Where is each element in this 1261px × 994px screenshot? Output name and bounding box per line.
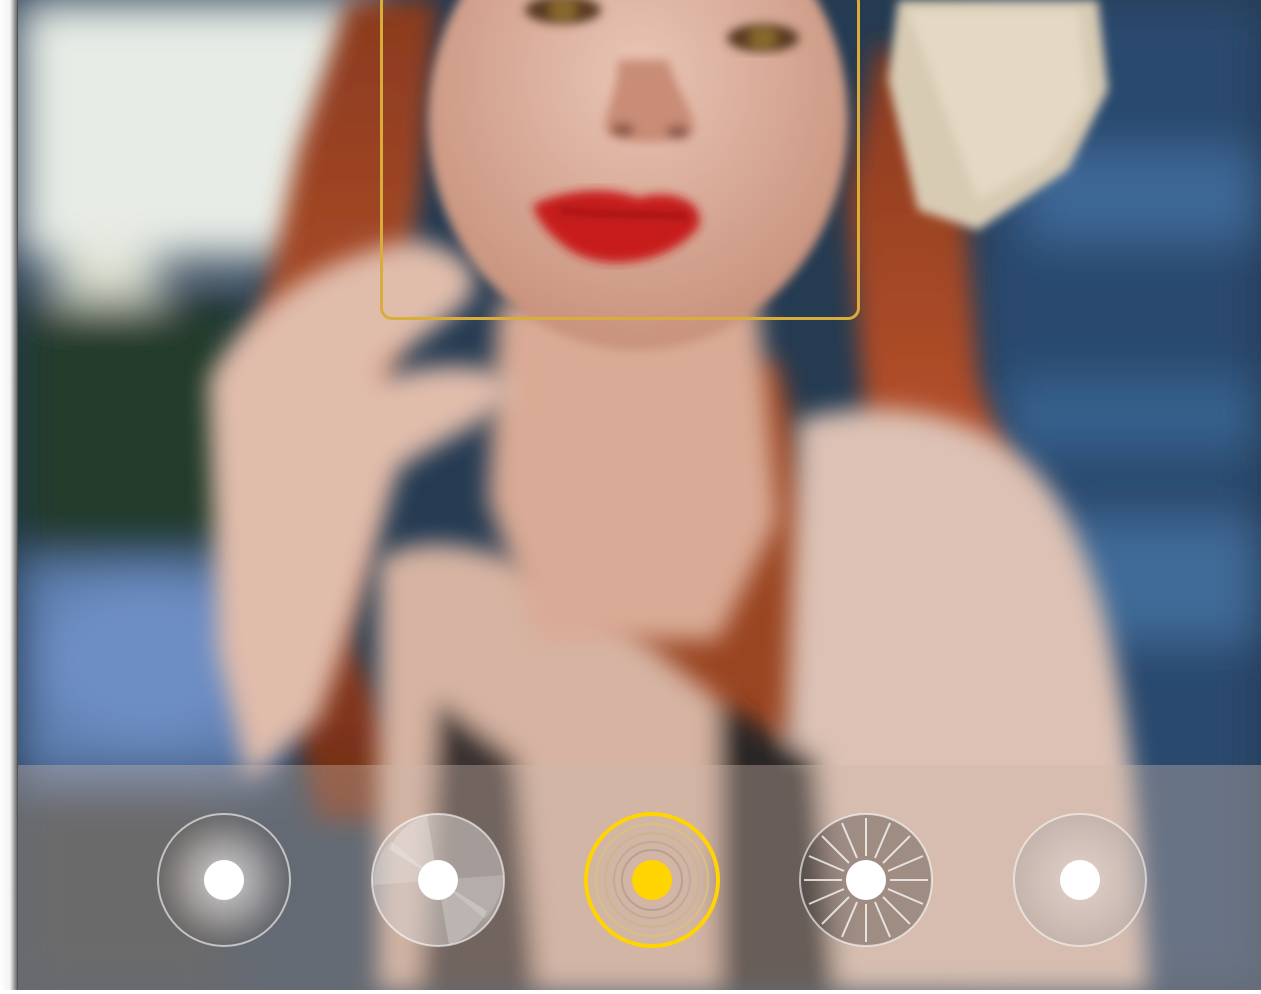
soft-light-mode-button[interactable] (153, 809, 295, 951)
lighting-mode-selector (18, 805, 1261, 955)
device-bezel-left (0, 0, 18, 994)
split-light-mode-button[interactable] (581, 809, 723, 951)
camera-viewfinder[interactable] (18, 0, 1261, 990)
stage-light-icon (799, 813, 933, 947)
classic-light-mode-button[interactable] (1009, 809, 1151, 951)
stage-light-mode-button[interactable] (795, 809, 937, 951)
butterfly-light-mode-button[interactable] (367, 809, 509, 951)
butterfly-light-icon (371, 813, 505, 947)
split-light-icon (584, 812, 720, 948)
device-bezel-bottom (0, 990, 1261, 994)
face-detection-frame (380, 0, 860, 320)
soft-light-icon (157, 813, 291, 947)
classic-light-icon (1013, 813, 1147, 947)
